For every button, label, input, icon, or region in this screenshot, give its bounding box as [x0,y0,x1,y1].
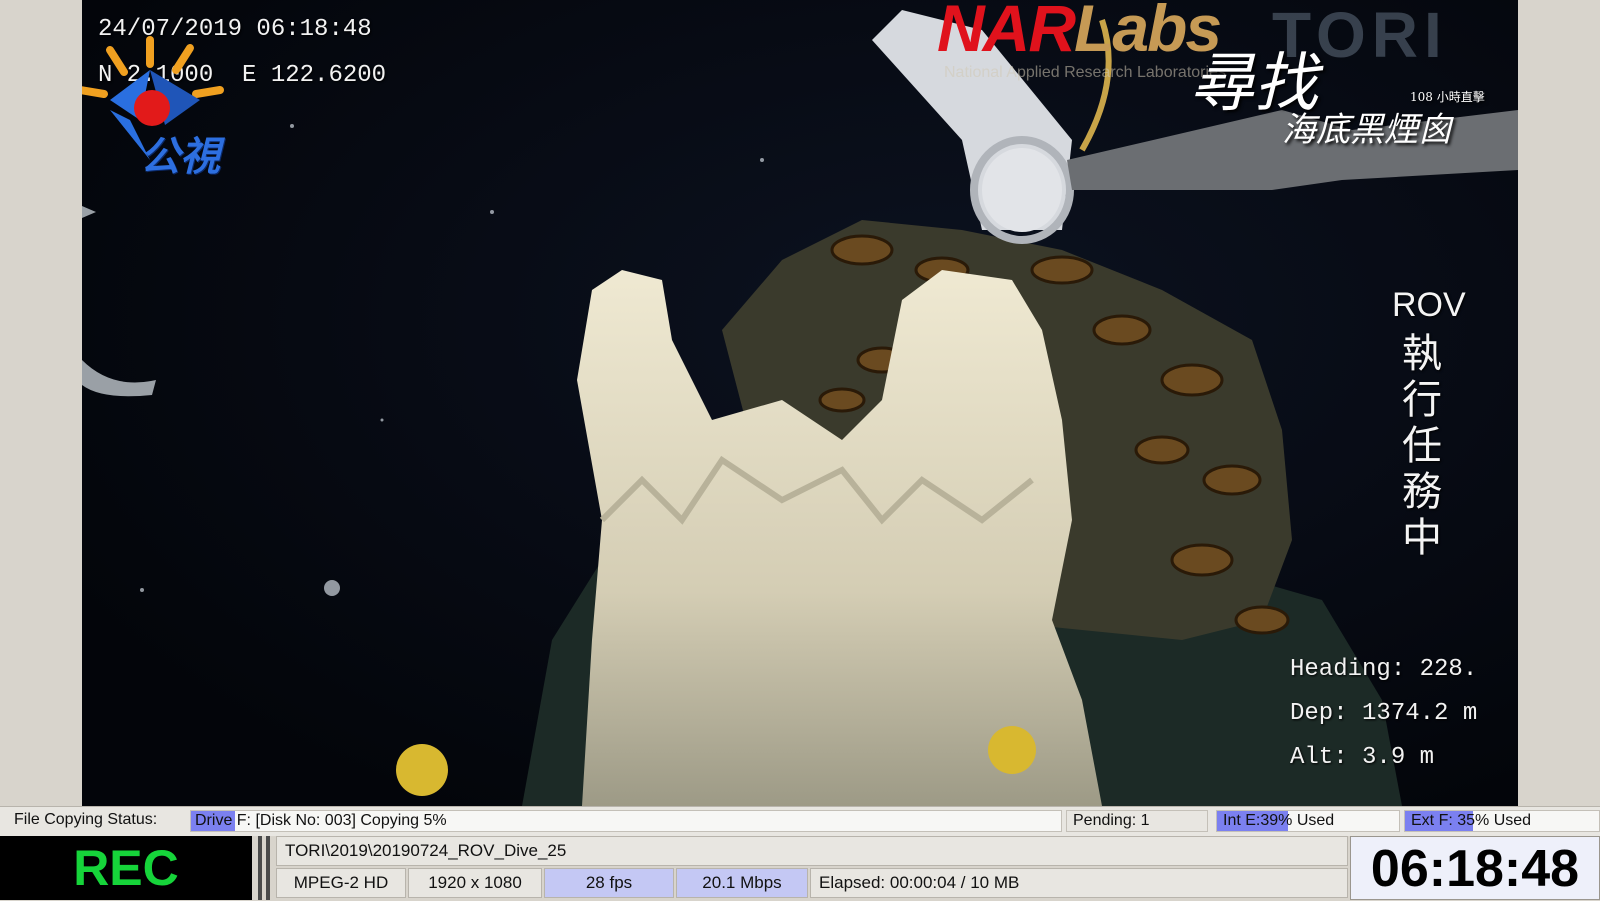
program-title-tag: 108 小時直擊 [1410,90,1485,104]
framerate-field: 28 fps [544,868,674,898]
narlabs-logo: NARLabs [937,0,1222,66]
osd-heading: Heading: 228. [1290,656,1478,683]
codec-field: MPEG-2 HD [276,868,406,898]
file-copying-status-row: File Copying Status: Drive F: [Disk No: … [0,806,1600,836]
rov-task-caption: ROV 執行任務中 [1392,286,1466,561]
file-copying-label: File Copying Status: [14,811,158,828]
recording-file-path: TORI\2019\20190724_ROV_Dive_25 [276,836,1348,866]
internal-drive-text: Int E:39% Used [1223,812,1335,829]
external-drive-meter: Ext F: 35% Used [1404,810,1600,832]
internal-drive-meter: Int E:39% Used [1216,810,1400,832]
rec-indicator[interactable]: REC [0,836,252,900]
bitrate-field: 20.1 Mbps [676,868,808,898]
narlabs-logo-red: NAR [937,0,1076,65]
recorder-clock: 06:18:48 [1350,836,1600,900]
elapsed-field: Elapsed: 00:00:04 / 10 MB [810,868,1348,898]
narlabs-subtitle: National Applied Research Laboratories [944,64,1226,81]
recorder-bar: REC TORI\2019\20190724_ROV_Dive_25 MPEG-… [0,836,1600,900]
video-feed: 24/07/2019 06:18:48 N 2.1000 E 122.6200 … [82,0,1518,806]
external-drive-text: Ext F: 35% Used [1411,812,1532,829]
copy-progress-text: Drive F: [Disk No: 003] Copying 5% [195,812,447,829]
rov-label: ROV [1392,286,1466,324]
rov-task-status: 執行任務中 [1402,331,1442,561]
osd-depth: Dep: 1374.2 m [1290,700,1478,727]
osd-altitude: Alt: 3.9 m [1290,744,1435,771]
divider [258,836,262,900]
pending-count: Pending: 1 [1066,810,1208,832]
program-title: 尋找 海底黑煙囪 108 小時直擊 [1190,52,1485,151]
copy-progress-bar: Drive F: [Disk No: 003] Copying 5% [190,810,1062,832]
program-title-line2: 海底黑煙囪 [1282,110,1452,150]
resolution-field: 1920 x 1080 [408,868,542,898]
divider [266,836,270,900]
broadcaster-logo-text: 公視 [140,134,220,180]
